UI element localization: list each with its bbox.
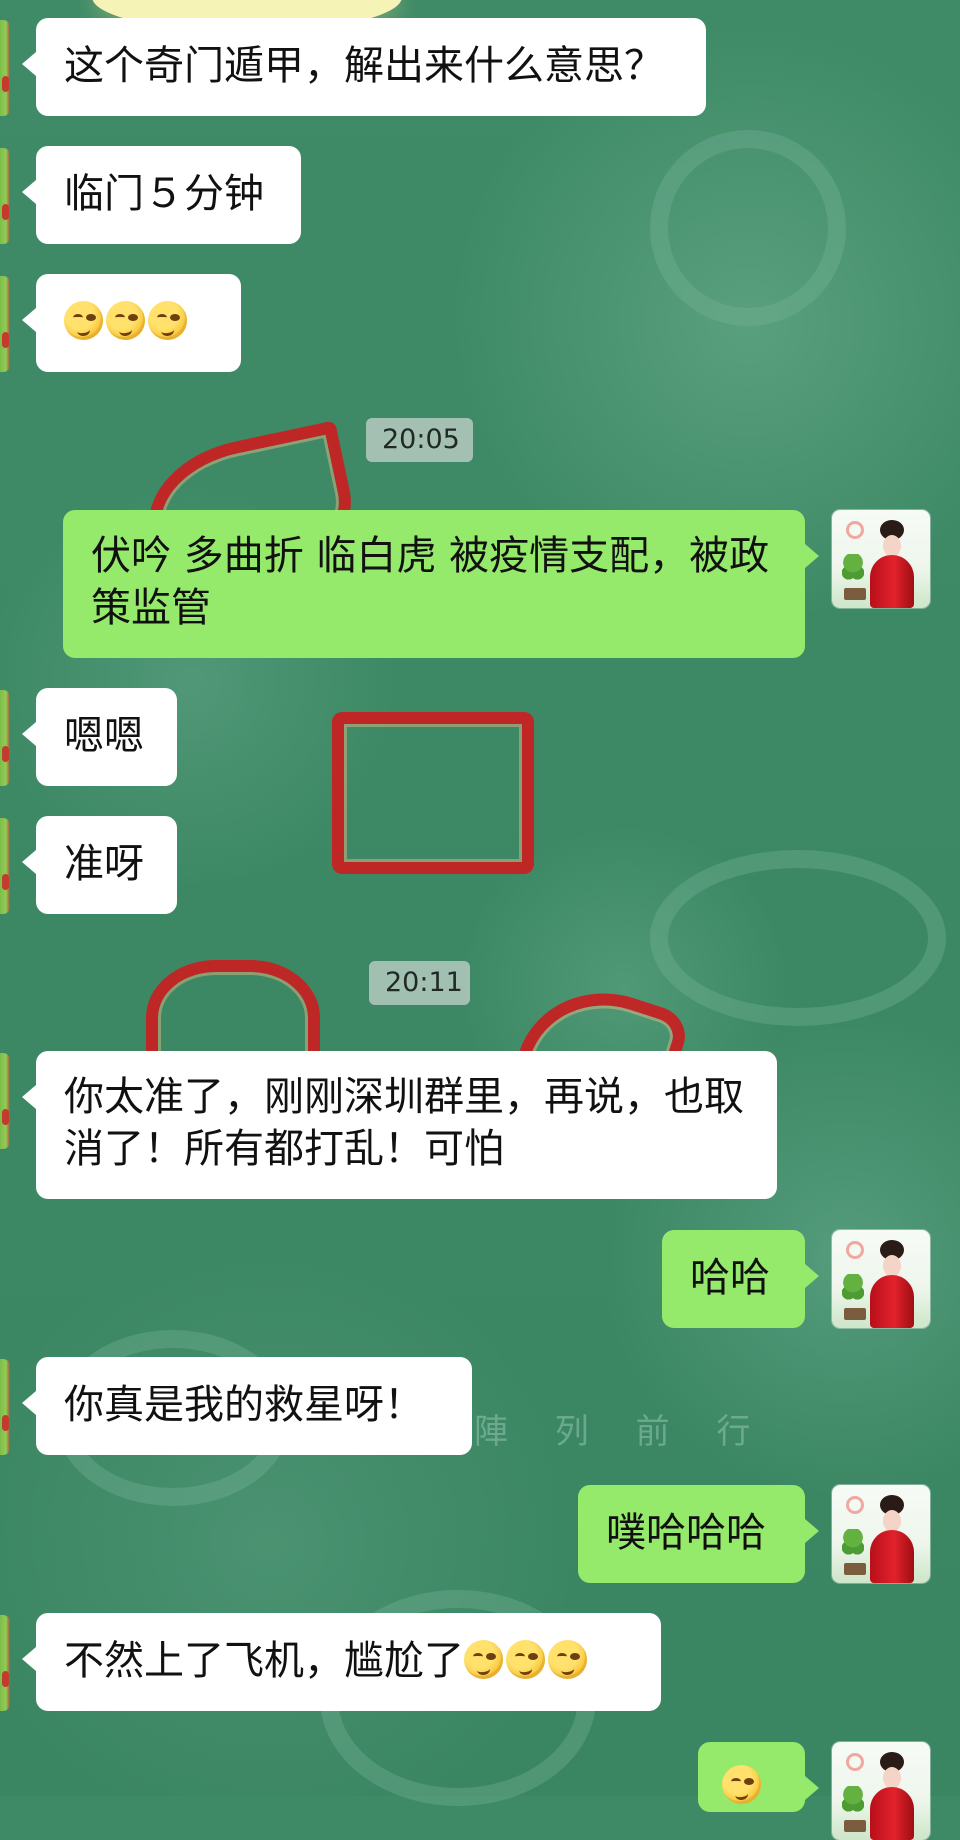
red-decorative-seal bbox=[332, 712, 534, 874]
outgoing-message-bubble[interactable]: 噗哈哈哈 bbox=[578, 1485, 819, 1583]
incoming-message-bubble[interactable]: 你真是我的救星呀！ bbox=[22, 1357, 472, 1455]
message-text: 嗯嗯 bbox=[64, 713, 144, 759]
avatar-sun-icon bbox=[846, 1496, 864, 1514]
thinking-face-emoji-icon bbox=[148, 301, 187, 340]
avatar-face-icon bbox=[883, 1510, 901, 1532]
message-text: 这个奇门遁甲，解出来什么意思？ bbox=[64, 43, 664, 89]
avatar-robe-icon bbox=[870, 1275, 914, 1328]
avatar-pot-icon bbox=[844, 1820, 866, 1832]
incoming-message-bubble[interactable]: 不然上了飞机，尴尬了 bbox=[22, 1613, 661, 1711]
avatar-plant-icon bbox=[842, 1786, 864, 1820]
message-text: 准呀 bbox=[64, 841, 144, 887]
thinking-face-emoji-icon bbox=[722, 1765, 761, 1804]
left-avatar-edge[interactable] bbox=[0, 276, 10, 372]
incoming-message-bubble[interactable]: 准呀 bbox=[22, 816, 177, 914]
message-text: 哈哈 bbox=[690, 1255, 770, 1301]
user-avatar[interactable] bbox=[832, 1230, 930, 1328]
avatar-plant-icon bbox=[842, 1529, 864, 1563]
avatar-robe-icon bbox=[870, 1530, 914, 1583]
user-avatar[interactable] bbox=[832, 510, 930, 608]
outgoing-message-bubble[interactable]: 伏吟 多曲折 临白虎 被疫情支配，被政策监管 bbox=[63, 510, 819, 658]
chat-timestamp: 20:11 bbox=[369, 961, 470, 1005]
avatar-pot-icon bbox=[844, 1563, 866, 1575]
avatar-pot-icon bbox=[844, 1308, 866, 1320]
avatar-sun-icon bbox=[846, 1753, 864, 1771]
incoming-message-bubble[interactable]: 这个奇门遁甲，解出来什么意思？ bbox=[22, 18, 706, 116]
background-swirl bbox=[650, 130, 846, 326]
left-avatar-edge[interactable] bbox=[0, 20, 10, 116]
incoming-message-bubble[interactable]: 嗯嗯 bbox=[22, 688, 177, 786]
thinking-face-emoji-icon bbox=[64, 301, 103, 340]
chat-timestamp: 20:05 bbox=[366, 418, 473, 462]
thinking-face-emoji-icon bbox=[506, 1640, 545, 1679]
incoming-message-bubble[interactable]: 你太准了，刚刚深圳群里，再说，也取消了！所有都打乱！可怕 bbox=[22, 1051, 777, 1199]
avatar-face-icon bbox=[883, 1767, 901, 1789]
avatar-face-icon bbox=[883, 535, 901, 557]
thinking-face-emoji-icon bbox=[548, 1640, 587, 1679]
avatar-face-icon bbox=[883, 1255, 901, 1277]
avatar-sun-icon bbox=[846, 521, 864, 539]
left-avatar-edge[interactable] bbox=[0, 1615, 10, 1711]
avatar-sun-icon bbox=[846, 1241, 864, 1259]
avatar-robe-icon bbox=[870, 555, 914, 608]
message-text: 临门５分钟 bbox=[64, 171, 264, 217]
message-text: 你真是我的救星呀！ bbox=[64, 1382, 424, 1428]
incoming-message-bubble[interactable]: 临门５分钟 bbox=[22, 146, 301, 244]
thinking-face-emoji-icon bbox=[464, 1640, 503, 1679]
background-swirl bbox=[650, 850, 946, 1026]
left-avatar-edge[interactable] bbox=[0, 818, 10, 914]
avatar-plant-icon bbox=[842, 1274, 864, 1308]
left-avatar-edge[interactable] bbox=[0, 1053, 10, 1149]
message-text: 噗哈哈哈 bbox=[606, 1510, 766, 1556]
outgoing-message-bubble[interactable] bbox=[698, 1742, 819, 1812]
background-watermark-text: 陣 列 前 行 bbox=[474, 1412, 769, 1452]
incoming-message-bubble[interactable] bbox=[22, 274, 241, 372]
message-text: 你太准了，刚刚深圳群里，再说，也取消了！所有都打乱！可怕 bbox=[64, 1074, 744, 1172]
avatar-pot-icon bbox=[844, 588, 866, 600]
avatar-robe-icon bbox=[870, 1787, 914, 1840]
message-text: 伏吟 多曲折 临白虎 被疫情支配，被政策监管 bbox=[91, 533, 770, 631]
left-avatar-edge[interactable] bbox=[0, 148, 10, 244]
user-avatar[interactable] bbox=[832, 1485, 930, 1583]
avatar-plant-icon bbox=[842, 554, 864, 588]
left-avatar-edge[interactable] bbox=[0, 690, 10, 786]
outgoing-message-bubble[interactable]: 哈哈 bbox=[662, 1230, 819, 1328]
message-text: 不然上了飞机，尴尬了 bbox=[64, 1638, 464, 1684]
thinking-face-emoji-icon bbox=[106, 301, 145, 340]
left-avatar-edge[interactable] bbox=[0, 1359, 10, 1455]
user-avatar[interactable] bbox=[832, 1742, 930, 1840]
